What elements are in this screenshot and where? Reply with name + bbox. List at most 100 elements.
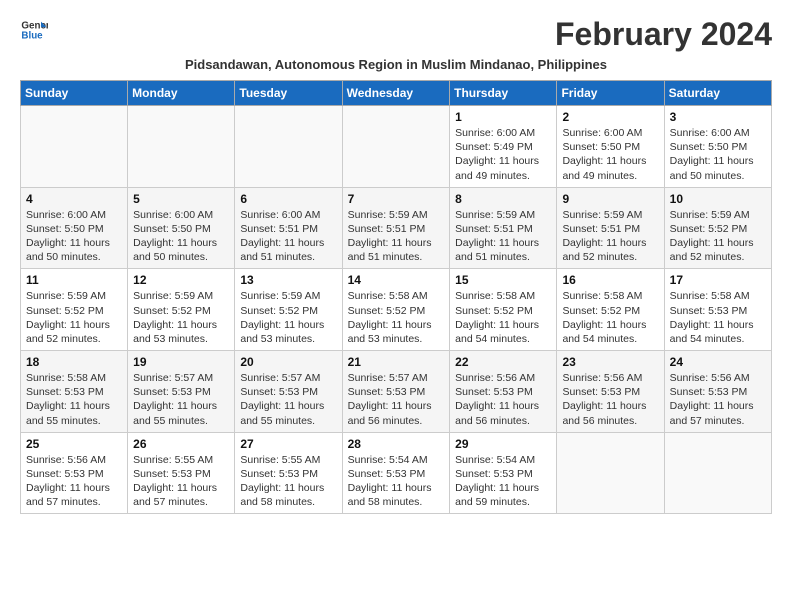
calendar-cell [664,432,771,514]
calendar-cell: 8 Sunrise: 5:59 AM Sunset: 5:51 PM Daylig… [450,187,557,269]
calendar-week-4: 25 Sunrise: 5:56 AM Sunset: 5:53 PM Dayli… [21,432,772,514]
day-number: 8 [455,192,551,206]
day-number: 11 [26,273,122,287]
header: General Blue February 2024 [20,16,772,53]
calendar-cell: 23 Sunrise: 5:56 AM Sunset: 5:53 PM Dayli… [557,351,664,433]
calendar-cell: 4 Sunrise: 6:00 AM Sunset: 5:50 PM Daylig… [21,187,128,269]
day-number: 20 [240,355,336,369]
calendar-cell: 17 Sunrise: 5:58 AM Sunset: 5:53 PM Dayli… [664,269,771,351]
day-info: Sunrise: 5:59 AM Sunset: 5:52 PM Dayligh… [670,208,766,265]
calendar-cell [21,106,128,188]
calendar-cell: 7Sunrise: 5:59 AM Sunset: 5:51 PM Daylig… [342,187,450,269]
calendar-cell: 27 Sunrise: 5:55 AM Sunset: 5:53 PM Dayli… [235,432,342,514]
day-info: Sunrise: 6:00 AM Sunset: 5:50 PM Dayligh… [133,208,229,265]
calendar-cell: 5 Sunrise: 6:00 AM Sunset: 5:50 PM Daylig… [128,187,235,269]
day-number: 19 [133,355,229,369]
calendar-cell: 24 Sunrise: 5:56 AM Sunset: 5:53 PM Dayli… [664,351,771,433]
day-number: 29 [455,437,551,451]
day-info: Sunrise: 6:00 AM Sunset: 5:51 PM Dayligh… [240,208,336,265]
day-info: Sunrise: 6:00 AM Sunset: 5:50 PM Dayligh… [26,208,122,265]
day-info: Sunrise: 5:54 AM Sunset: 5:53 PM Dayligh… [348,453,445,510]
day-info: Sunrise: 5:59 AM Sunset: 5:51 PM Dayligh… [562,208,658,265]
header-cell-saturday: Saturday [664,81,771,106]
calendar-cell: 19 Sunrise: 5:57 AM Sunset: 5:53 PM Dayli… [128,351,235,433]
day-info: Sunrise: 5:55 AM Sunset: 5:53 PM Dayligh… [133,453,229,510]
header-cell-monday: Monday [128,81,235,106]
day-info: Sunrise: 5:57 AM Sunset: 5:53 PM Dayligh… [133,371,229,428]
calendar-cell: 22 Sunrise: 5:56 AM Sunset: 5:53 PM Dayli… [450,351,557,433]
calendar-cell: 9 Sunrise: 5:59 AM Sunset: 5:51 PM Daylig… [557,187,664,269]
day-number: 12 [133,273,229,287]
day-number: 9 [562,192,658,206]
day-number: 15 [455,273,551,287]
header-cell-thursday: Thursday [450,81,557,106]
day-number: 27 [240,437,336,451]
day-number: 3 [670,110,766,124]
day-number: 6 [240,192,336,206]
day-info: Sunrise: 5:56 AM Sunset: 5:53 PM Dayligh… [26,453,122,510]
calendar-cell: 20 Sunrise: 5:57 AM Sunset: 5:53 PM Dayli… [235,351,342,433]
day-number: 18 [26,355,122,369]
day-number: 17 [670,273,766,287]
day-info: Sunrise: 5:58 AM Sunset: 5:52 PM Dayligh… [348,289,445,346]
calendar-cell [557,432,664,514]
calendar-week-2: 11 Sunrise: 5:59 AM Sunset: 5:52 PM Dayli… [21,269,772,351]
day-number: 26 [133,437,229,451]
calendar-cell [235,106,342,188]
day-number: 25 [26,437,122,451]
day-number: 14 [348,273,445,287]
calendar-cell: 1 Sunrise: 6:00 AM Sunset: 5:49 PM Daylig… [450,106,557,188]
day-info: Sunrise: 5:59 AM Sunset: 5:52 PM Dayligh… [133,289,229,346]
day-info: Sunrise: 5:55 AM Sunset: 5:53 PM Dayligh… [240,453,336,510]
logo: General Blue [20,16,48,44]
day-number: 24 [670,355,766,369]
day-number: 1 [455,110,551,124]
header-cell-tuesday: Tuesday [235,81,342,106]
calendar-body: 1 Sunrise: 6:00 AM Sunset: 5:49 PM Daylig… [21,106,772,514]
calendar-cell: 10Sunrise: 5:59 AM Sunset: 5:52 PM Dayli… [664,187,771,269]
month-title: February 2024 [555,16,772,53]
calendar-cell: 25 Sunrise: 5:56 AM Sunset: 5:53 PM Dayli… [21,432,128,514]
calendar-cell: 3 Sunrise: 6:00 AM Sunset: 5:50 PM Daylig… [664,106,771,188]
calendar-cell: 2Sunrise: 6:00 AM Sunset: 5:50 PM Daylig… [557,106,664,188]
calendar-cell: 14 Sunrise: 5:58 AM Sunset: 5:52 PM Dayli… [342,269,450,351]
calendar-table: SundayMondayTuesdayWednesdayThursdayFrid… [20,80,772,514]
day-info: Sunrise: 5:58 AM Sunset: 5:52 PM Dayligh… [455,289,551,346]
day-info: Sunrise: 5:56 AM Sunset: 5:53 PM Dayligh… [670,371,766,428]
header-cell-sunday: Sunday [21,81,128,106]
day-number: 28 [348,437,445,451]
logo-icon: General Blue [20,16,48,44]
day-info: Sunrise: 5:58 AM Sunset: 5:53 PM Dayligh… [26,371,122,428]
day-info: Sunrise: 5:58 AM Sunset: 5:53 PM Dayligh… [670,289,766,346]
calendar-cell: 29 Sunrise: 5:54 AM Sunset: 5:53 PM Dayli… [450,432,557,514]
calendar-cell: 16 Sunrise: 5:58 AM Sunset: 5:52 PM Dayli… [557,269,664,351]
day-info: Sunrise: 5:57 AM Sunset: 5:53 PM Dayligh… [348,371,445,428]
day-number: 7 [348,192,445,206]
day-info: Sunrise: 5:56 AM Sunset: 5:53 PM Dayligh… [562,371,658,428]
day-info: Sunrise: 6:00 AM Sunset: 5:50 PM Dayligh… [670,126,766,183]
day-number: 16 [562,273,658,287]
day-info: Sunrise: 5:57 AM Sunset: 5:53 PM Dayligh… [240,371,336,428]
day-info: Sunrise: 5:54 AM Sunset: 5:53 PM Dayligh… [455,453,551,510]
calendar-cell: 28 Sunrise: 5:54 AM Sunset: 5:53 PM Dayli… [342,432,450,514]
day-number: 22 [455,355,551,369]
calendar-cell: 11 Sunrise: 5:59 AM Sunset: 5:52 PM Dayli… [21,269,128,351]
day-info: Sunrise: 5:59 AM Sunset: 5:51 PM Dayligh… [455,208,551,265]
svg-text:Blue: Blue [21,30,43,41]
day-info: Sunrise: 5:58 AM Sunset: 5:52 PM Dayligh… [562,289,658,346]
day-number: 21 [348,355,445,369]
calendar-cell [128,106,235,188]
calendar-week-0: 1 Sunrise: 6:00 AM Sunset: 5:49 PM Daylig… [21,106,772,188]
calendar-cell: 21 Sunrise: 5:57 AM Sunset: 5:53 PM Dayli… [342,351,450,433]
calendar-cell: 26 Sunrise: 5:55 AM Sunset: 5:53 PM Dayli… [128,432,235,514]
day-number: 5 [133,192,229,206]
day-info: Sunrise: 6:00 AM Sunset: 5:49 PM Dayligh… [455,126,551,183]
header-cell-wednesday: Wednesday [342,81,450,106]
header-cell-friday: Friday [557,81,664,106]
day-info: Sunrise: 5:59 AM Sunset: 5:52 PM Dayligh… [26,289,122,346]
day-number: 4 [26,192,122,206]
subtitle: Pidsandawan, Autonomous Region in Muslim… [20,57,772,72]
day-info: Sunrise: 6:00 AM Sunset: 5:50 PM Dayligh… [562,126,658,183]
day-info: Sunrise: 5:56 AM Sunset: 5:53 PM Dayligh… [455,371,551,428]
day-number: 23 [562,355,658,369]
